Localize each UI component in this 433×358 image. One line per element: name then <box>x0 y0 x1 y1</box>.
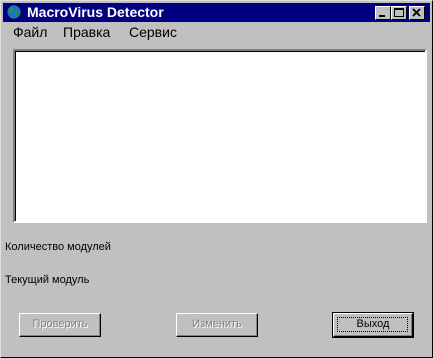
close-icon <box>412 8 421 17</box>
close-button[interactable] <box>409 6 425 20</box>
globe-icon[interactable] <box>6 4 22 20</box>
maximize-button[interactable] <box>391 6 407 20</box>
title-bar[interactable]: MacroVirus Detector <box>3 3 430 22</box>
change-button[interactable]: Изменить <box>176 313 258 337</box>
module-list-area <box>15 51 425 221</box>
check-button-label: Проверить <box>32 318 88 330</box>
check-button[interactable]: Проверить <box>19 313 101 337</box>
change-button-label: Изменить <box>192 318 242 330</box>
exit-button[interactable]: Выход <box>332 312 414 338</box>
module-list[interactable] <box>13 49 427 223</box>
menu-edit[interactable]: Правка <box>58 23 115 42</box>
main-window: MacroVirus Detector Файл Правка Сервис К… <box>0 0 433 358</box>
maximize-icon <box>394 8 404 17</box>
menu-bar: Файл Правка Сервис <box>3 23 430 42</box>
minimize-icon <box>379 15 385 17</box>
current-module-label: Текущий модуль <box>5 274 90 286</box>
window-title: MacroVirus Detector <box>27 4 164 20</box>
minimize-button[interactable] <box>375 6 391 20</box>
menu-service[interactable]: Сервис <box>124 23 182 42</box>
focus-rectangle <box>337 317 408 332</box>
menu-file[interactable]: Файл <box>8 23 52 42</box>
module-count-label: Количество модулей <box>5 241 111 253</box>
